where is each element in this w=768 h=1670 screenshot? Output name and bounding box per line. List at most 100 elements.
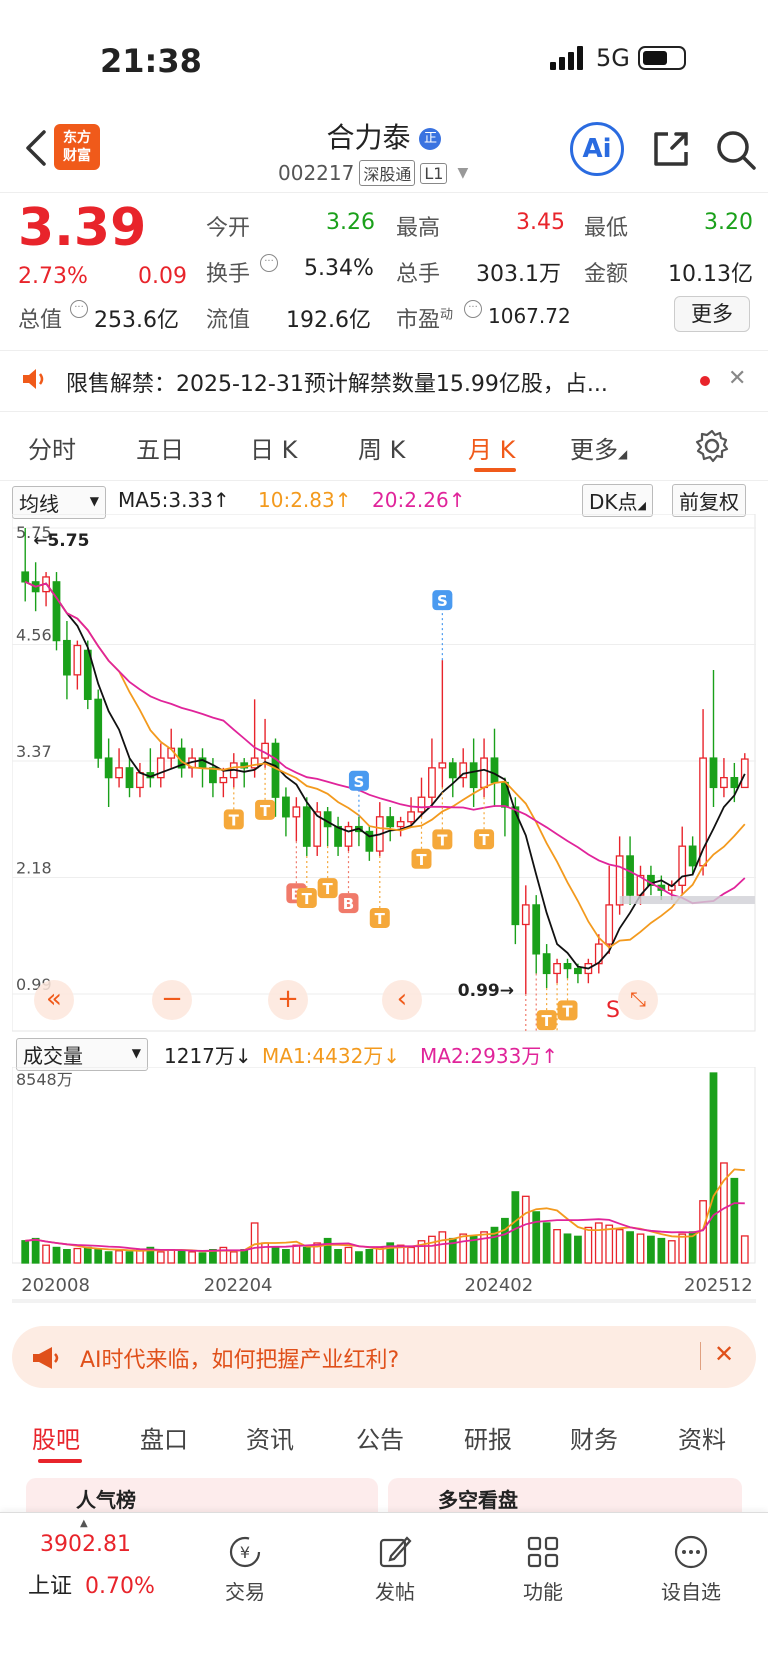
- volume-bar-up: [115, 1250, 123, 1264]
- price-band: [619, 896, 755, 905]
- open-label: 今开: [206, 216, 251, 241]
- high-price-label: ←5.75: [33, 531, 89, 551]
- tab-profile[interactable]: 资料: [678, 1420, 726, 1455]
- tab-news[interactable]: 资讯: [246, 1420, 294, 1455]
- more-dots-icon: [674, 1535, 708, 1569]
- volume-bar-up: [344, 1246, 353, 1264]
- candle-up: [438, 762, 447, 769]
- notice-text[interactable]: 限售解禁：2025-12-31预计解禁数量15.99亿股，占...: [66, 366, 686, 398]
- candle-up: [553, 963, 561, 975]
- network-type: 5G: [596, 44, 630, 72]
- scroll-left-fast-button[interactable]: «: [34, 980, 74, 1020]
- banner-close-icon[interactable]: ✕: [714, 1340, 734, 1368]
- marker-label: T: [302, 890, 313, 908]
- tab-monthly-k[interactable]: 月 K: [468, 430, 515, 465]
- candle-up: [250, 757, 259, 769]
- info-icon[interactable]: ···: [260, 254, 278, 272]
- nav-post[interactable]: 发帖: [340, 1534, 450, 1605]
- volume-bar-up: [553, 1229, 561, 1264]
- volume-bar-up: [521, 1195, 530, 1264]
- candle-down: [511, 806, 520, 926]
- turnover-value: 5.34%: [304, 256, 374, 281]
- tab-announcements[interactable]: 公告: [356, 1420, 404, 1455]
- open-value: 3.26: [326, 210, 375, 235]
- index-value[interactable]: 3902.81: [40, 1532, 131, 1557]
- candle-up: [428, 767, 436, 798]
- chart-controls: « − + ‹ S ⤡: [0, 980, 768, 1030]
- ma5-value: MA5:3.33↑: [118, 488, 230, 512]
- status-time: 21:38: [100, 42, 202, 80]
- candle-down: [209, 767, 217, 784]
- volume-bar-up: [699, 1200, 707, 1264]
- info-icon[interactable]: ···: [70, 300, 88, 318]
- candle-down: [104, 757, 113, 779]
- tab-five-day[interactable]: 五日: [136, 430, 184, 465]
- status-indicators: 5G: [550, 44, 686, 72]
- volume-bar-up: [459, 1233, 468, 1264]
- volume-bar-down: [323, 1237, 332, 1264]
- candle-down: [563, 963, 572, 970]
- tab-more[interactable]: 更多◢: [570, 430, 627, 465]
- scroll-left-button[interactable]: ‹: [382, 980, 422, 1020]
- pe-value: 1067.72: [488, 304, 571, 328]
- volume-bar-down: [177, 1250, 186, 1264]
- marker-label: T: [375, 910, 386, 928]
- ai-assistant-button[interactable]: Ai: [570, 122, 624, 176]
- volume-bar-down: [52, 1246, 61, 1264]
- chart-frame: [12, 514, 756, 1032]
- ma20-value: 20:2.26↑: [372, 488, 466, 512]
- marker-label: T: [437, 831, 448, 849]
- more-button[interactable]: 更多: [674, 296, 750, 332]
- volume-bar-down: [657, 1237, 666, 1264]
- dk-point-button[interactable]: DK点◢: [582, 484, 653, 517]
- volume-bar-down: [563, 1233, 572, 1264]
- volume-bar-up: [636, 1233, 645, 1264]
- index-info[interactable]: 上证 0.70%: [28, 1568, 155, 1600]
- share-icon[interactable]: [650, 128, 692, 170]
- kline-chart[interactable]: 5.754.563.372.180.99←5.750.99→TTB TTBTTT T…: [12, 514, 756, 1032]
- nav-trade[interactable]: ¥ 交易: [190, 1534, 300, 1605]
- tab-intraday[interactable]: 分时: [28, 430, 76, 465]
- gear-icon[interactable]: [694, 428, 730, 464]
- marker-label: T: [479, 831, 490, 849]
- tab-forum[interactable]: 股吧: [32, 1420, 80, 1455]
- candle-down: [94, 698, 103, 759]
- tab-daily-k[interactable]: 日 K: [250, 430, 297, 465]
- candle-down: [709, 757, 718, 789]
- long-short-card[interactable]: 多空看盘: [388, 1478, 742, 1512]
- notice-close-icon[interactable]: ✕: [728, 366, 746, 391]
- zoom-out-button[interactable]: −: [152, 980, 192, 1020]
- ai-banner-text[interactable]: AI时代来临，如何把握产业红利?: [80, 1342, 399, 1374]
- candle-down: [469, 762, 478, 789]
- volume-bar-down: [334, 1249, 342, 1264]
- expand-icon[interactable]: ⤡: [618, 980, 658, 1020]
- volume-chart[interactable]: 8548万 202008 202204 202402 202512: [12, 1067, 756, 1307]
- nav-functions[interactable]: 功能: [488, 1534, 598, 1605]
- info-icon[interactable]: ···: [464, 300, 482, 318]
- nav-add-watchlist[interactable]: 设自选: [636, 1534, 746, 1605]
- tab-research[interactable]: 研报: [464, 1420, 512, 1455]
- volume-bar-up: [667, 1240, 676, 1264]
- candle-down: [334, 825, 342, 847]
- marker-label: T: [323, 880, 334, 898]
- popularity-card[interactable]: 人气榜: [26, 1478, 378, 1512]
- tab-financials[interactable]: 财务: [570, 1420, 618, 1455]
- zoom-in-button[interactable]: +: [268, 980, 308, 1020]
- volume-bar-up: [250, 1222, 259, 1264]
- volume-bar-up: [73, 1247, 82, 1264]
- float-value: 192.6亿: [286, 308, 371, 333]
- grid-icon: [527, 1536, 559, 1568]
- tab-weekly-k[interactable]: 周 K: [358, 430, 405, 465]
- adjust-button[interactable]: 前复权: [672, 484, 746, 517]
- volume-value: 303.1万: [476, 262, 561, 287]
- search-icon[interactable]: [714, 128, 758, 172]
- tab-order-book[interactable]: 盘口: [140, 1420, 188, 1455]
- volume-bar-down: [542, 1222, 551, 1264]
- index-name: 上证: [28, 1574, 73, 1599]
- stock-code-row[interactable]: 002217 深股通 L1 ▼: [278, 160, 468, 186]
- candle-up: [480, 757, 488, 789]
- candle-up: [115, 767, 123, 779]
- candle-up: [605, 904, 614, 945]
- volume-bar-up: [188, 1251, 196, 1264]
- volume-bar-up: [292, 1244, 301, 1264]
